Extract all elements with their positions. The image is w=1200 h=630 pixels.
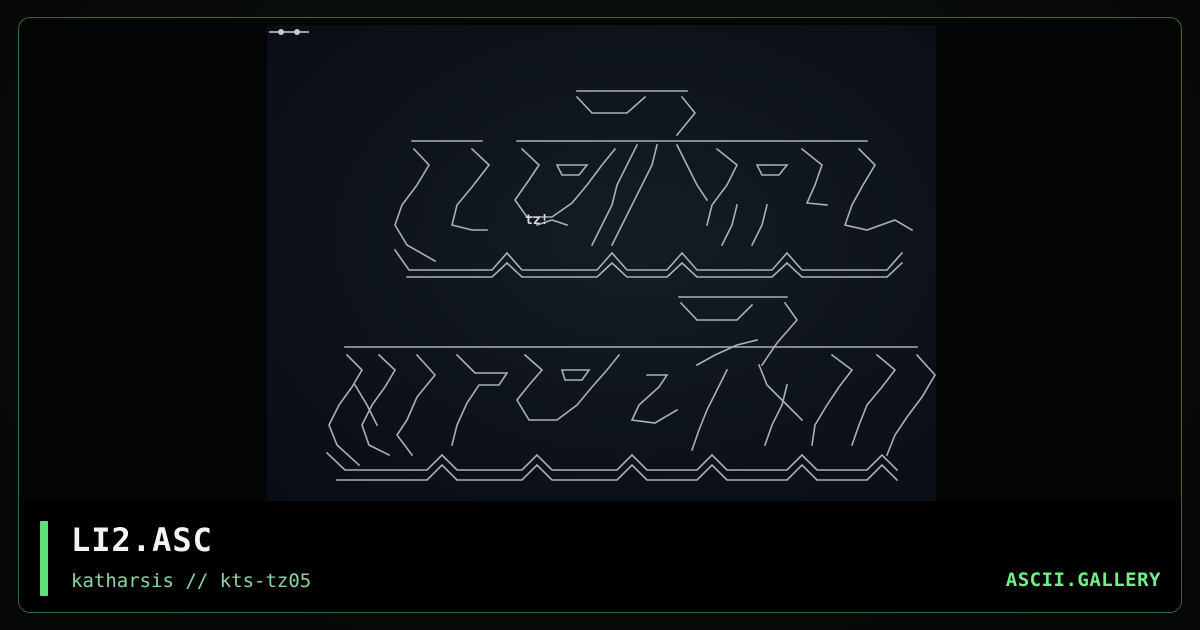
ascii-tag-label: tz! xyxy=(525,213,548,228)
info-bar: LI2.ASC katharsis // kts-tz05 ASCII.GALL… xyxy=(19,501,1181,612)
artwork-author: katharsis // kts-tz05 xyxy=(71,570,312,592)
window-controls-icon xyxy=(269,29,309,35)
card-frame: tz! LI2.ASC katharsis // kts-tz05 ASCII.… xyxy=(18,17,1182,613)
site-brand-link[interactable]: ASCII.GALLERY xyxy=(1006,569,1161,591)
ascii-art-image: tz! xyxy=(269,29,936,482)
share-card: tz! LI2.ASC katharsis // kts-tz05 ASCII.… xyxy=(0,0,1200,630)
ascii-logo-top xyxy=(393,90,914,278)
accent-bar xyxy=(40,521,48,596)
ascii-logo-bottom xyxy=(325,296,936,482)
ascii-art-preview: tz! xyxy=(267,25,936,501)
artwork-title: LI2.ASC xyxy=(71,521,213,559)
